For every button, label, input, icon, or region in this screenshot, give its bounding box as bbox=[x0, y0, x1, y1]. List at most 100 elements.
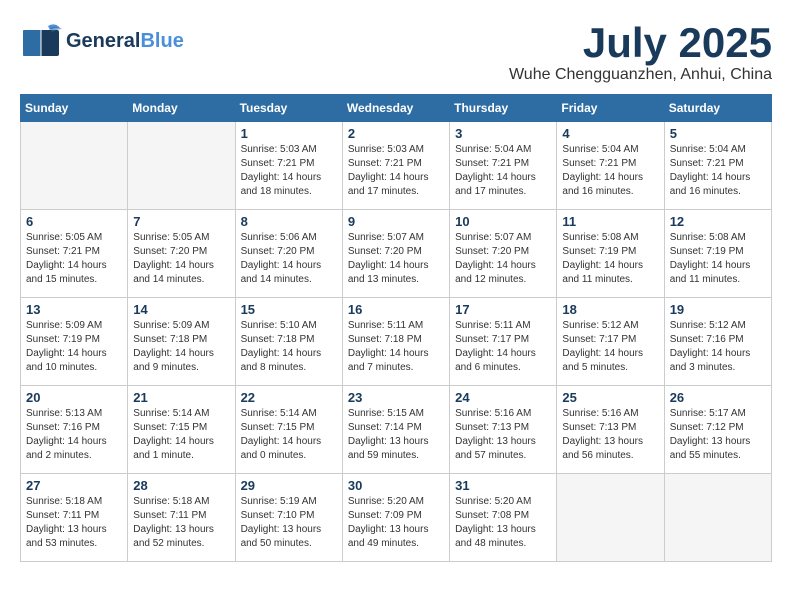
calendar-cell bbox=[664, 474, 771, 562]
day-info: Sunrise: 5:14 AMSunset: 7:15 PMDaylight:… bbox=[241, 407, 337, 463]
day-info: Sunrise: 5:12 AMSunset: 7:16 PMDaylight:… bbox=[670, 319, 766, 375]
calendar-cell: 13 Sunrise: 5:09 AMSunset: 7:19 PMDayligh… bbox=[21, 298, 128, 386]
calendar-cell: 9 Sunrise: 5:07 AMSunset: 7:20 PMDaylight… bbox=[342, 210, 449, 298]
day-info: Sunrise: 5:16 AMSunset: 7:13 PMDaylight:… bbox=[455, 407, 551, 463]
calendar-cell: 3 Sunrise: 5:04 AMSunset: 7:21 PMDaylight… bbox=[450, 122, 557, 210]
day-info: Sunrise: 5:03 AMSunset: 7:21 PMDaylight:… bbox=[348, 143, 444, 199]
calendar-table: SundayMondayTuesdayWednesdayThursdayFrid… bbox=[20, 94, 772, 562]
calendar-cell bbox=[557, 474, 664, 562]
calendar-cell: 17 Sunrise: 5:11 AMSunset: 7:17 PMDayligh… bbox=[450, 298, 557, 386]
calendar-cell: 15Sunrise: 5:10 AMSunset: 7:18 PMDayligh… bbox=[235, 298, 342, 386]
weekday-header: Sunday bbox=[21, 95, 128, 122]
weekday-header: Thursday bbox=[450, 95, 557, 122]
day-info: Sunrise: 5:19 AMSunset: 7:10 PMDaylight:… bbox=[241, 495, 337, 551]
day-number: 26 bbox=[670, 390, 766, 405]
calendar-header-row: SundayMondayTuesdayWednesdayThursdayFrid… bbox=[21, 95, 772, 122]
day-number: 3 bbox=[455, 126, 551, 141]
calendar-cell: 21 Sunrise: 5:14 AMSunset: 7:15 PMDayligh… bbox=[128, 386, 235, 474]
day-info: Sunrise: 5:09 AMSunset: 7:19 PMDaylight:… bbox=[26, 319, 122, 375]
day-number: 10 bbox=[455, 214, 551, 229]
logo-text: GeneralBlue bbox=[66, 30, 184, 52]
calendar-week-row: 27 Sunrise: 5:18 AMSunset: 7:11 PMDayligh… bbox=[21, 474, 772, 562]
calendar-cell: 23Sunrise: 5:15 AMSunset: 7:14 PMDayligh… bbox=[342, 386, 449, 474]
logo: GeneralBlue bbox=[20, 20, 184, 62]
calendar-cell: 26 Sunrise: 5:17 AMSunset: 7:12 PMDayligh… bbox=[664, 386, 771, 474]
calendar-cell: 12Sunrise: 5:08 AMSunset: 7:19 PMDayligh… bbox=[664, 210, 771, 298]
day-info: Sunrise: 5:18 AMSunset: 7:11 PMDaylight:… bbox=[26, 495, 122, 551]
day-number: 25 bbox=[562, 390, 658, 405]
day-number: 6 bbox=[26, 214, 122, 229]
calendar-cell: 16 Sunrise: 5:11 AMSunset: 7:18 PMDayligh… bbox=[342, 298, 449, 386]
calendar-cell: 28 Sunrise: 5:18 AMSunset: 7:11 PMDayligh… bbox=[128, 474, 235, 562]
day-number: 17 bbox=[455, 302, 551, 317]
day-number: 27 bbox=[26, 478, 122, 493]
day-number: 5 bbox=[670, 126, 766, 141]
day-number: 21 bbox=[133, 390, 229, 405]
day-info: Sunrise: 5:07 AMSunset: 7:20 PMDaylight:… bbox=[455, 231, 551, 287]
page-header: GeneralBlue July 2025 Wuhe Chengguanzhen… bbox=[20, 20, 772, 84]
day-number: 1 bbox=[241, 126, 337, 141]
day-info: Sunrise: 5:12 AMSunset: 7:17 PMDaylight:… bbox=[562, 319, 658, 375]
day-number: 13 bbox=[26, 302, 122, 317]
calendar-cell: 10 Sunrise: 5:07 AMSunset: 7:20 PMDayligh… bbox=[450, 210, 557, 298]
day-info: Sunrise: 5:11 AMSunset: 7:17 PMDaylight:… bbox=[455, 319, 551, 375]
calendar-cell: 4 Sunrise: 5:04 AMSunset: 7:21 PMDaylight… bbox=[557, 122, 664, 210]
day-number: 8 bbox=[241, 214, 337, 229]
day-info: Sunrise: 5:04 AMSunset: 7:21 PMDaylight:… bbox=[562, 143, 658, 199]
day-number: 28 bbox=[133, 478, 229, 493]
calendar-week-row: 1 Sunrise: 5:03 AMSunset: 7:21 PMDaylight… bbox=[21, 122, 772, 210]
logo-icon bbox=[20, 20, 62, 62]
day-info: Sunrise: 5:18 AMSunset: 7:11 PMDaylight:… bbox=[133, 495, 229, 551]
day-info: Sunrise: 5:05 AMSunset: 7:20 PMDaylight:… bbox=[133, 231, 229, 287]
day-info: Sunrise: 5:07 AMSunset: 7:20 PMDaylight:… bbox=[348, 231, 444, 287]
day-info: Sunrise: 5:20 AMSunset: 7:08 PMDaylight:… bbox=[455, 495, 551, 551]
day-number: 2 bbox=[348, 126, 444, 141]
day-info: Sunrise: 5:03 AMSunset: 7:21 PMDaylight:… bbox=[241, 143, 337, 199]
day-number: 11 bbox=[562, 214, 658, 229]
weekday-header: Friday bbox=[557, 95, 664, 122]
calendar-cell: 2 Sunrise: 5:03 AMSunset: 7:21 PMDaylight… bbox=[342, 122, 449, 210]
calendar-cell: 30 Sunrise: 5:20 AMSunset: 7:09 PMDayligh… bbox=[342, 474, 449, 562]
day-number: 15 bbox=[241, 302, 337, 317]
day-number: 23 bbox=[348, 390, 444, 405]
day-info: Sunrise: 5:04 AMSunset: 7:21 PMDaylight:… bbox=[455, 143, 551, 199]
day-info: Sunrise: 5:09 AMSunset: 7:18 PMDaylight:… bbox=[133, 319, 229, 375]
day-info: Sunrise: 5:13 AMSunset: 7:16 PMDaylight:… bbox=[26, 407, 122, 463]
month-title: July 2025 bbox=[509, 20, 772, 66]
calendar-cell: 29Sunrise: 5:19 AMSunset: 7:10 PMDayligh… bbox=[235, 474, 342, 562]
day-number: 31 bbox=[455, 478, 551, 493]
calendar-week-row: 13 Sunrise: 5:09 AMSunset: 7:19 PMDayligh… bbox=[21, 298, 772, 386]
calendar-cell bbox=[128, 122, 235, 210]
calendar-cell: 25Sunrise: 5:16 AMSunset: 7:13 PMDayligh… bbox=[557, 386, 664, 474]
calendar-cell: 8 Sunrise: 5:06 AMSunset: 7:20 PMDaylight… bbox=[235, 210, 342, 298]
day-info: Sunrise: 5:08 AMSunset: 7:19 PMDaylight:… bbox=[562, 231, 658, 287]
calendar-cell: 24 Sunrise: 5:16 AMSunset: 7:13 PMDayligh… bbox=[450, 386, 557, 474]
day-number: 16 bbox=[348, 302, 444, 317]
calendar-cell: 27 Sunrise: 5:18 AMSunset: 7:11 PMDayligh… bbox=[21, 474, 128, 562]
day-info: Sunrise: 5:20 AMSunset: 7:09 PMDaylight:… bbox=[348, 495, 444, 551]
calendar-week-row: 6 Sunrise: 5:05 AMSunset: 7:21 PMDaylight… bbox=[21, 210, 772, 298]
day-info: Sunrise: 5:06 AMSunset: 7:20 PMDaylight:… bbox=[241, 231, 337, 287]
day-number: 22 bbox=[241, 390, 337, 405]
day-info: Sunrise: 5:11 AMSunset: 7:18 PMDaylight:… bbox=[348, 319, 444, 375]
day-info: Sunrise: 5:05 AMSunset: 7:21 PMDaylight:… bbox=[26, 231, 122, 287]
weekday-header: Tuesday bbox=[235, 95, 342, 122]
day-number: 14 bbox=[133, 302, 229, 317]
calendar-cell: 1 Sunrise: 5:03 AMSunset: 7:21 PMDaylight… bbox=[235, 122, 342, 210]
day-number: 4 bbox=[562, 126, 658, 141]
day-number: 24 bbox=[455, 390, 551, 405]
calendar-cell: 7 Sunrise: 5:05 AMSunset: 7:20 PMDaylight… bbox=[128, 210, 235, 298]
day-info: Sunrise: 5:14 AMSunset: 7:15 PMDaylight:… bbox=[133, 407, 229, 463]
day-number: 19 bbox=[670, 302, 766, 317]
day-number: 7 bbox=[133, 214, 229, 229]
weekday-header: Saturday bbox=[664, 95, 771, 122]
day-number: 18 bbox=[562, 302, 658, 317]
day-info: Sunrise: 5:08 AMSunset: 7:19 PMDaylight:… bbox=[670, 231, 766, 287]
day-number: 9 bbox=[348, 214, 444, 229]
calendar-cell: 11 Sunrise: 5:08 AMSunset: 7:19 PMDayligh… bbox=[557, 210, 664, 298]
calendar-cell: 18 Sunrise: 5:12 AMSunset: 7:17 PMDayligh… bbox=[557, 298, 664, 386]
day-info: Sunrise: 5:17 AMSunset: 7:12 PMDaylight:… bbox=[670, 407, 766, 463]
day-info: Sunrise: 5:04 AMSunset: 7:21 PMDaylight:… bbox=[670, 143, 766, 199]
day-number: 30 bbox=[348, 478, 444, 493]
calendar-cell: 22 Sunrise: 5:14 AMSunset: 7:15 PMDayligh… bbox=[235, 386, 342, 474]
